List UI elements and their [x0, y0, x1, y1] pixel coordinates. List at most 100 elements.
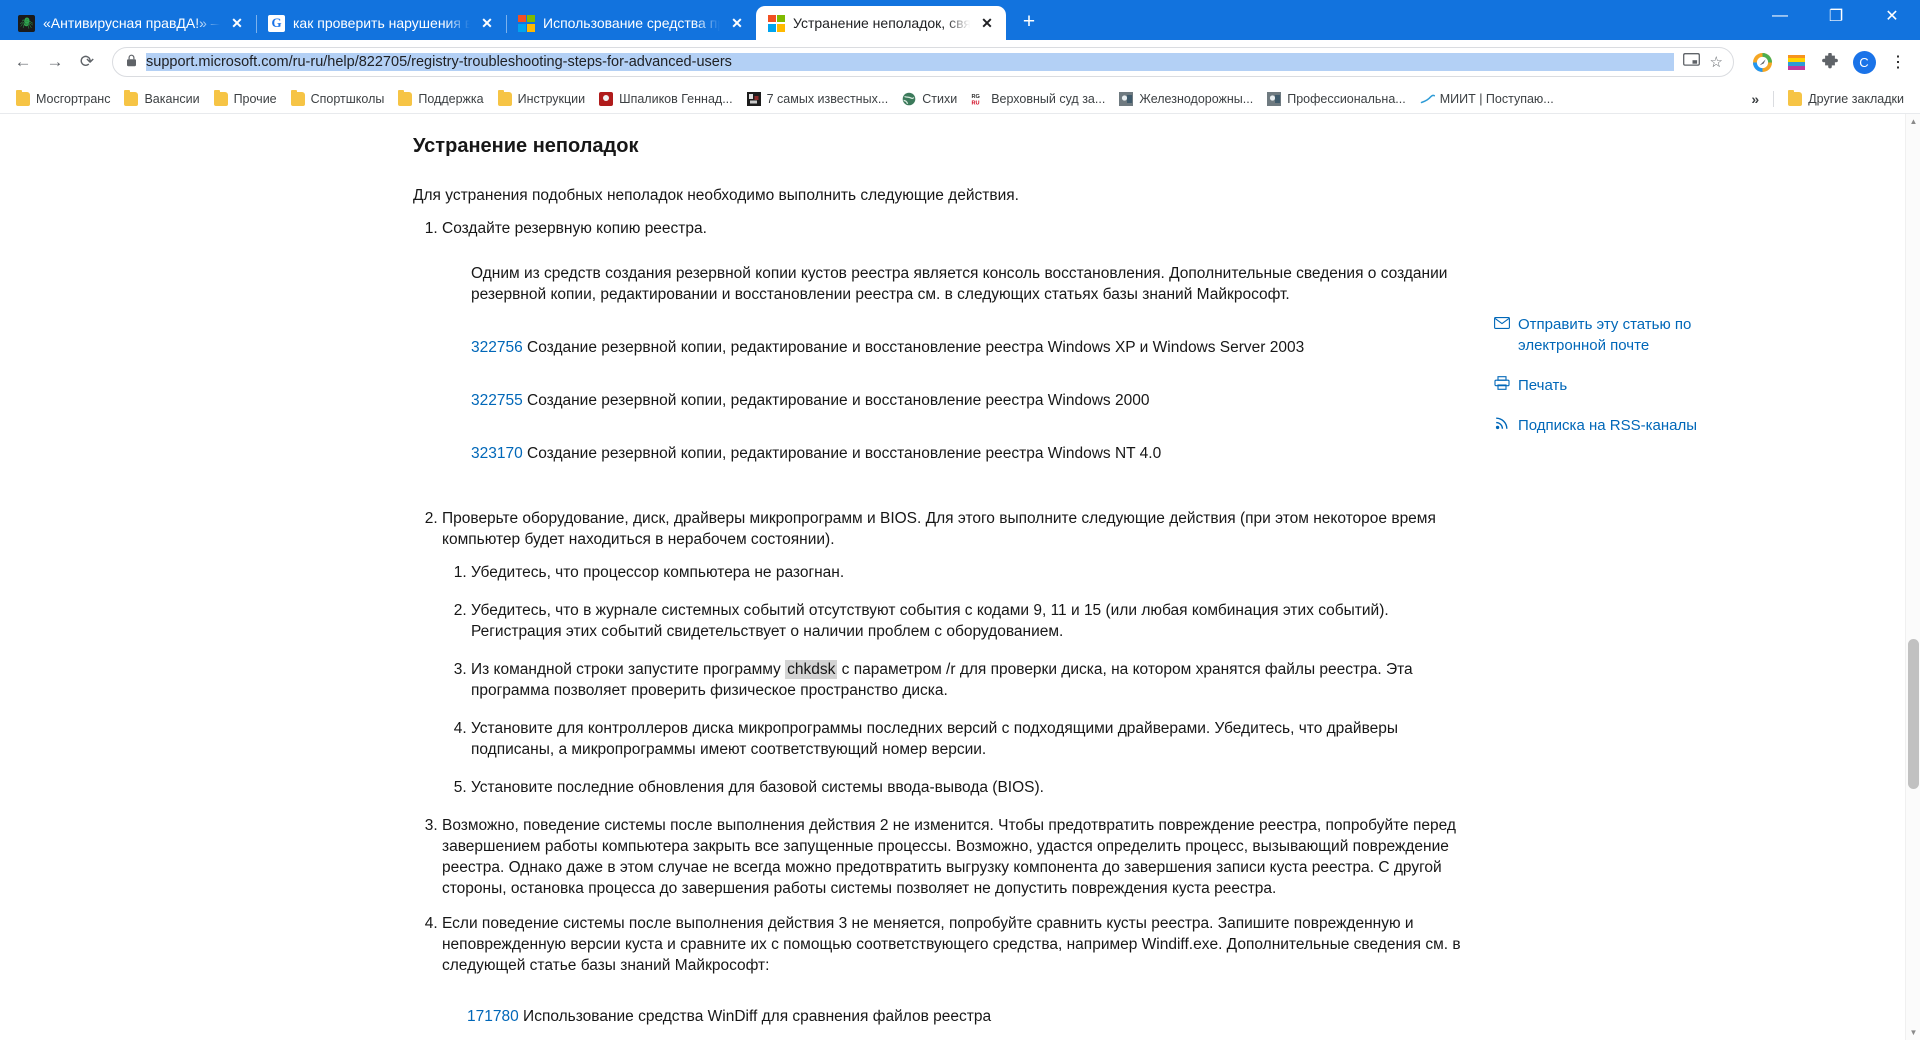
bookmark-label: Стихи	[922, 91, 958, 106]
envelope-icon	[1493, 314, 1510, 335]
substep: Установите для контроллеров диска микроп…	[471, 718, 1473, 760]
bookmark-label: Прочие	[233, 91, 277, 106]
step-2: Проверьте оборудование, диск, драйверы м…	[442, 508, 1473, 798]
rss-subscribe-link[interactable]: Подписка на RSS-каналы	[1493, 415, 1743, 436]
page-scrollbar[interactable]: ▲ ▼	[1905, 114, 1920, 1040]
browser-tab-1[interactable]: 🕷 «Антивирусная правДА!» — Кр ✕	[6, 6, 257, 40]
folder-icon	[497, 89, 512, 106]
cast-icon[interactable]	[1682, 53, 1700, 71]
folder-icon	[290, 89, 305, 106]
microsoft-icon	[518, 14, 535, 32]
folder-icon	[1788, 89, 1803, 106]
forward-arrow-icon[interactable]: →	[40, 47, 70, 77]
folder-icon	[16, 89, 30, 106]
share-email-label: Отправить эту статью по электронной почт…	[1518, 316, 1692, 354]
substep: Установите последние обновления для базо…	[471, 777, 1473, 798]
scroll-down-arrow-icon[interactable]: ▼	[1906, 1025, 1920, 1040]
share-email-link[interactable]: Отправить эту статью по электронной почт…	[1493, 314, 1743, 356]
scrollbar-thumb[interactable]	[1908, 639, 1919, 789]
red-page-icon	[599, 91, 614, 106]
colorwheel-icon[interactable]	[1748, 48, 1776, 76]
bookmark-item[interactable]: RG RU Верховный суд за...	[965, 89, 1111, 109]
svg-text:RG: RG	[972, 94, 980, 100]
browser-tab-3[interactable]: Использование средства прове ✕	[506, 6, 757, 40]
page-viewport: Устранение неполадок Для устранения подо…	[0, 114, 1920, 1040]
bookmark-item[interactable]: Инструкции	[492, 89, 592, 109]
bookmark-item[interactable]: Профессиональна...	[1261, 89, 1412, 109]
close-icon[interactable]: ✕	[728, 14, 746, 32]
folder-icon	[398, 89, 413, 106]
other-bookmarks-button[interactable]: Другие закладки	[1782, 89, 1910, 109]
rainbow-grid-icon[interactable]	[1782, 48, 1810, 76]
bookmarks-bar: Мосгортранс Вакансии Прочие Спортшколы П…	[0, 84, 1920, 114]
bookmark-label: Спортшколы	[310, 91, 385, 106]
chrome-menu-icon[interactable]: ⋮	[1884, 48, 1912, 76]
dark-photo-icon	[746, 91, 761, 106]
kb-link-number[interactable]: 323170	[471, 445, 523, 462]
folder-icon	[213, 89, 228, 106]
bookmark-item[interactable]: Мосгортранс	[10, 89, 116, 109]
address-bar[interactable]: support.microsoft.com/ru-ru/help/822705/…	[112, 47, 1734, 77]
extensions-puzzle-icon[interactable]	[1816, 48, 1844, 76]
window-controls: — ❐ ✕	[1752, 0, 1920, 32]
bookmark-star-icon[interactable]: ☆	[1710, 53, 1723, 71]
troubleshooting-steps-list: Создайте резервную копию реестра. Одним …	[413, 218, 1473, 1040]
kb-link-row: 171780 Использование средства WinDiff дл…	[467, 1006, 1473, 1027]
bookmark-item[interactable]: Шпаликов Геннад...	[593, 89, 738, 109]
url-text[interactable]: support.microsoft.com/ru-ru/help/822705/…	[146, 53, 1674, 71]
step-1-paragraph: Одним из средств создания резервной копи…	[471, 265, 1448, 303]
rss-icon	[1493, 415, 1510, 436]
substep-with-code: Из командной строки запустите программу …	[471, 659, 1473, 701]
substep: Убедитесь, что процессор компьютера не р…	[471, 562, 1473, 583]
inline-code: chkdsk	[785, 660, 838, 679]
kb-link-row: 323170 Создание резервной копии, редакти…	[471, 443, 1473, 464]
close-icon[interactable]: ✕	[228, 14, 246, 32]
step-2-substeps: Убедитесь, что процессор компьютера не р…	[442, 562, 1473, 798]
maximize-restore-button[interactable]: ❐	[1808, 0, 1864, 32]
step-4-text: Если поведение системы после выполнения …	[442, 915, 1461, 974]
bookmark-item[interactable]: МИИТ | Поступаю...	[1414, 89, 1560, 109]
page-title: Устранение неполадок	[413, 135, 639, 157]
web-page: Устранение неполадок Для устранения подо…	[0, 114, 1920, 1040]
bookmark-item[interactable]: Прочие	[208, 89, 283, 109]
kb-link-text: Использование средства WinDiff для сравн…	[523, 1008, 992, 1025]
avatar[interactable]: C	[1850, 48, 1878, 76]
scroll-up-arrow-icon[interactable]: ▲	[1906, 114, 1920, 129]
tab-title: Использование средства прове	[543, 14, 720, 31]
tab-title: как проверить нарушения в зап	[293, 14, 470, 31]
printer-icon	[1493, 375, 1510, 396]
close-icon[interactable]: ✕	[478, 14, 496, 32]
bookmark-label: Вакансии	[144, 91, 200, 106]
bookmarks-overflow-icon[interactable]: »	[1745, 91, 1765, 107]
bookmark-item[interactable]: Стихи	[896, 89, 963, 109]
bookmark-item[interactable]: 7 самых известных...	[741, 89, 895, 109]
close-icon[interactable]: ✕	[978, 14, 996, 32]
bookmark-label: Инструкции	[517, 91, 586, 106]
bookmark-item[interactable]: Спортшколы	[285, 89, 391, 109]
browser-tab-4-active[interactable]: Устранение неполадок, связанн ✕	[756, 6, 1006, 40]
close-window-button[interactable]: ✕	[1864, 0, 1920, 32]
google-icon: G	[268, 14, 285, 32]
reload-icon[interactable]: ⟳	[72, 47, 102, 77]
article-body: Устранение неполадок Для устранения подо…	[413, 136, 1473, 1040]
bookmark-label: 7 самых известных...	[766, 91, 889, 106]
back-arrow-icon[interactable]: ←	[8, 47, 38, 77]
bookmark-item[interactable]: Железнодорожны...	[1113, 89, 1259, 109]
kb-link-number[interactable]: 322756	[471, 339, 523, 356]
new-tab-button[interactable]: +	[1014, 6, 1044, 36]
kb-link-number[interactable]: 322755	[471, 392, 523, 409]
browser-tab-2[interactable]: G как проверить нарушения в зап ✕	[256, 6, 507, 40]
bookmark-label: Профессиональна...	[1287, 91, 1406, 106]
kb-link-number[interactable]: 171780	[467, 1008, 519, 1025]
minimize-button[interactable]: —	[1752, 0, 1808, 32]
print-link[interactable]: Печать	[1493, 375, 1743, 396]
avatar-letter: C	[1852, 50, 1876, 74]
grey-photo-icon	[1119, 91, 1134, 106]
kb-link-row: 322755 Создание резервной копии, редакти…	[471, 390, 1473, 411]
grey-photo-icon	[1267, 91, 1282, 106]
microsoft-icon	[768, 14, 785, 32]
browser-window: 🕷 «Антивирусная правДА!» — Кр ✕ G как пр…	[0, 0, 1920, 1040]
kb-link-row: 322756 Создание резервной копии, редакти…	[471, 337, 1473, 358]
bookmark-item[interactable]: Поддержка	[392, 89, 489, 109]
bookmark-item[interactable]: Вакансии	[118, 89, 205, 109]
